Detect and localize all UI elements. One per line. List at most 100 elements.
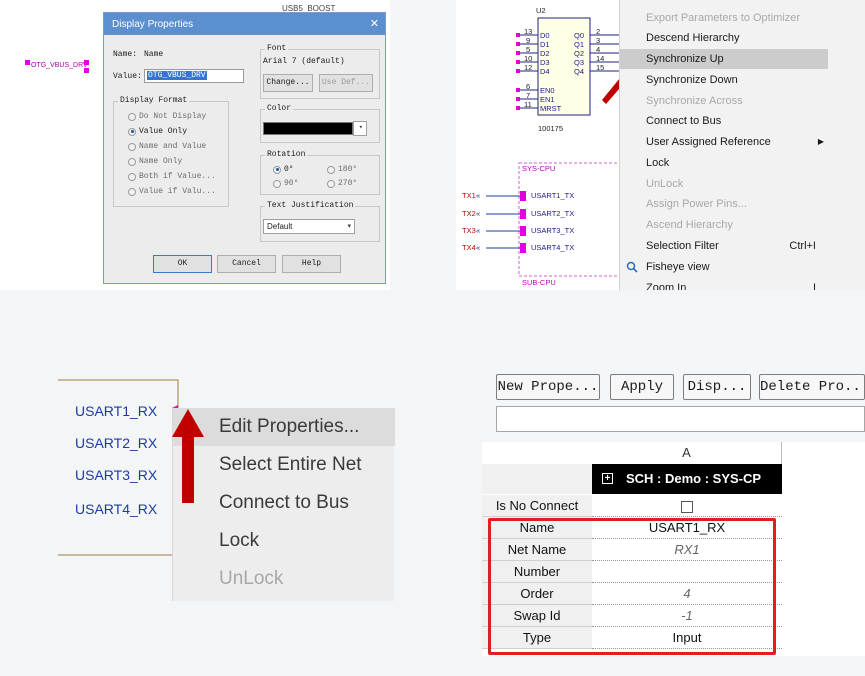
menu-item-export-parameters[interactable]: Export Parameters to Optimizer — [620, 8, 828, 28]
ic-pin-label: EN0 — [540, 86, 555, 95]
menu-item-lock[interactable]: Lock — [173, 522, 395, 560]
radio-rotation-0[interactable]: 0° — [273, 165, 294, 174]
net-label[interactable]: TX3 — [462, 226, 476, 235]
net-label[interactable]: USART4_RX — [75, 501, 157, 517]
color-swatch[interactable] — [263, 122, 353, 135]
display-format-title: Display Format — [118, 96, 190, 105]
net-label[interactable]: USART2_RX — [75, 435, 157, 451]
net-label[interactable]: USART1_RX — [75, 403, 157, 419]
radio-value-only[interactable]: Value Only — [128, 127, 187, 136]
no-connect-checkbox[interactable] — [681, 500, 693, 513]
pin-label[interactable]: OTG_VBUS_DRV — [31, 62, 88, 69]
radio-rotation-270[interactable]: 270° — [327, 179, 357, 188]
net-label[interactable]: TX2 — [462, 209, 476, 218]
ic-pin-label: Q0 — [574, 31, 585, 40]
property-row-is-no-connect: Is No Connect — [482, 495, 782, 517]
red-arrow-icon — [172, 409, 204, 503]
port-label[interactable]: USART1_TX — [531, 191, 574, 200]
sys-cpu-block — [518, 162, 619, 277]
row-header-blank — [482, 464, 592, 494]
offpage-connector-icon: « — [476, 226, 481, 235]
net-label[interactable]: TX1 — [462, 191, 476, 200]
ic-pin-label: Q1 — [574, 40, 585, 49]
radio-rotation-180[interactable]: 180° — [327, 165, 357, 174]
dialog-title: Display Properties — [112, 19, 194, 30]
menu-item-fisheye-view[interactable]: Fisheye view — [620, 257, 828, 277]
property-value-input[interactable] — [496, 406, 865, 432]
close-icon[interactable]: ✕ — [370, 17, 379, 30]
column-header[interactable]: A — [592, 442, 782, 464]
ic-pin-number: 11 — [524, 100, 532, 109]
ok-button[interactable]: OK — [153, 255, 212, 273]
port-label[interactable]: USART2_TX — [531, 209, 574, 218]
menu-item-unlock[interactable]: UnLock — [620, 174, 828, 194]
color-dropdown[interactable]: ▾ — [353, 121, 367, 136]
radio-value-if-value[interactable]: Value if Valu... — [128, 187, 216, 196]
offpage-connector-icon: « — [476, 209, 481, 218]
net-label[interactable]: TX4 — [462, 243, 476, 252]
radio-rotation-90[interactable]: 90° — [273, 179, 298, 188]
new-property-button[interactable]: New Prope... — [496, 374, 600, 400]
delete-property-button[interactable]: Delete Pro... — [759, 374, 865, 400]
offpage-connector-icon: « — [476, 243, 481, 252]
justification-select[interactable]: Default ▾ — [263, 219, 355, 234]
ic-pin-label: D1 — [540, 40, 550, 49]
sub-cpu-label: SUB-CPU — [522, 278, 556, 287]
pin-marker — [84, 60, 89, 65]
ic-pin-label: D0 — [540, 31, 550, 40]
port-label[interactable]: USART4_TX — [531, 243, 574, 252]
ic-pin-number: 6 — [526, 82, 531, 91]
menu-item-zoom-in[interactable]: Zoom In I — [620, 278, 828, 290]
menu-item-connect-to-bus[interactable]: Connect to Bus — [620, 111, 828, 131]
menu-item-user-assigned-reference[interactable]: User Assigned Reference ▶ — [620, 132, 828, 152]
plus-icon[interactable]: + — [602, 473, 613, 484]
net-label[interactable]: USART3_RX — [75, 467, 157, 483]
menu-item-selection-filter[interactable]: Selection Filter Ctrl+I — [620, 236, 828, 256]
help-button[interactable]: Help — [282, 255, 341, 273]
component-header[interactable]: + SCH : Demo : SYS-CP — [592, 464, 782, 494]
justification-group: Text Justification Default ▾ — [260, 201, 380, 242]
dialog-title-bar[interactable]: Display Properties ✕ — [104, 13, 385, 35]
menu-item-lock[interactable]: Lock — [620, 153, 828, 173]
property-value[interactable] — [592, 495, 782, 517]
ic-pin-number: 3 — [596, 36, 601, 45]
ic-pin-number: 13 — [524, 27, 533, 36]
color-title: Color — [265, 104, 294, 113]
menu-item-synchronize-up[interactable]: Synchronize Up — [620, 49, 828, 69]
apply-button[interactable]: Apply — [610, 374, 674, 400]
value-label: Value: — [113, 72, 142, 81]
menu-item-unlock[interactable]: UnLock — [173, 560, 395, 598]
ic-reference: U2 — [536, 6, 546, 15]
display-format-group: Display Format Do Not Display Value Only… — [113, 96, 229, 207]
radio-do-not-display[interactable]: Do Not Display — [128, 112, 206, 121]
menu-item-synchronize-down[interactable]: Synchronize Down — [620, 70, 828, 90]
value-field[interactable]: OTG_VBUS_DRV — [144, 69, 244, 83]
change-font-button[interactable]: Change... — [263, 74, 313, 92]
menu-item-synchronize-across[interactable]: Synchronize Across — [620, 91, 828, 111]
menu-item-ascend-hierarchy[interactable]: Ascend Hierarchy — [620, 215, 828, 235]
ic-right-pin-lines — [590, 34, 619, 72]
ic-pin-number: 10 — [524, 54, 533, 63]
cancel-button[interactable]: Cancel — [217, 255, 276, 273]
red-arrow-icon — [602, 79, 619, 104]
port-label[interactable]: USART3_TX — [531, 226, 574, 235]
use-default-font-button[interactable]: Use Def... — [319, 74, 373, 92]
pin-marker — [25, 60, 30, 65]
highlight-box — [488, 518, 776, 655]
menu-item-descend-hierarchy[interactable]: Descend Hierarchy — [620, 28, 828, 48]
context-menu-panel: U2 D0 D1 D2 D3 D4 EN0 EN1 MRST Q0 Q1 Q2 … — [456, 0, 865, 290]
ic-pin-label: Q2 — [574, 49, 585, 58]
radio-both-if-value[interactable]: Both if Value... — [128, 172, 216, 181]
ic-pin-label: MRST — [540, 104, 562, 113]
name-label: Name: — [113, 50, 138, 59]
justification-title: Text Justification — [265, 201, 356, 210]
radio-name-and-value[interactable]: Name and Value — [128, 142, 206, 151]
ic-pin-number: 14 — [596, 54, 605, 63]
sys-cpu-label: SYS-CPU — [522, 164, 556, 173]
name-value: Name — [144, 50, 164, 59]
pin-marker — [84, 68, 89, 73]
menu-item-assign-power-pins[interactable]: Assign Power Pins... — [620, 194, 828, 214]
context-menu: Export Parameters to Optimizer Descend H… — [619, 0, 865, 290]
display-button[interactable]: Disp... — [683, 374, 751, 400]
radio-name-only[interactable]: Name Only — [128, 157, 182, 166]
